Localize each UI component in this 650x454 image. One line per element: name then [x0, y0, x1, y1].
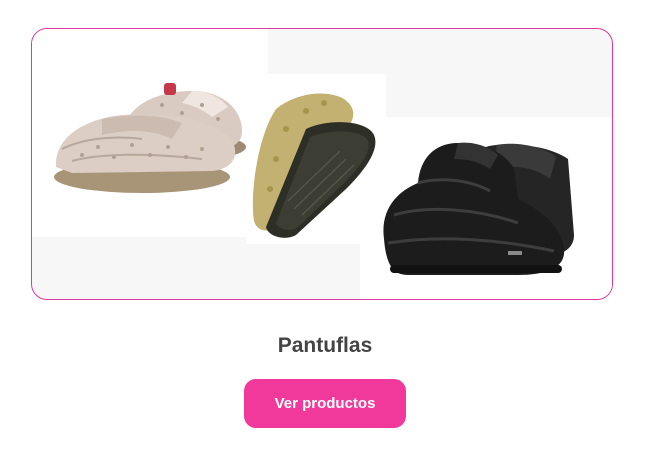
category-image-card[interactable] [31, 28, 613, 300]
olive-slipper-sole-image [252, 93, 376, 238]
view-products-button[interactable]: Ver productos [244, 379, 406, 428]
category-title: Pantuflas [277, 334, 373, 357]
beige-slippers-image [54, 83, 246, 193]
black-booties-image [383, 142, 574, 275]
